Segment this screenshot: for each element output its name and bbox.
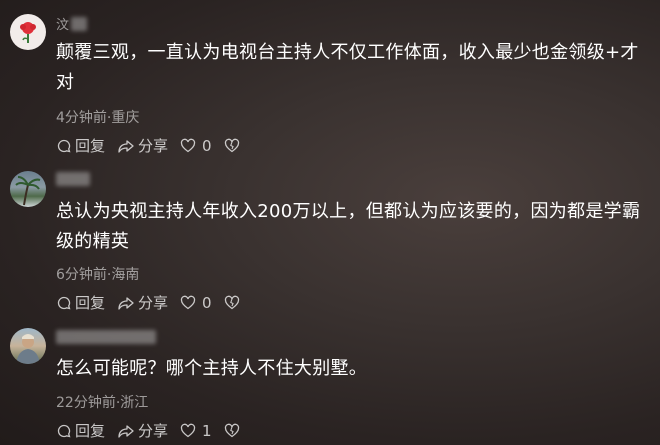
heart-icon <box>180 138 196 152</box>
comment-text: 怎么可能呢？哪个主持人不住大别墅。 <box>56 358 368 379</box>
flower-icon <box>20 22 36 43</box>
like-button[interactable]: 0 <box>180 137 212 155</box>
comment-text: 总认为央视主持人年收入200万以上，但都认为应该要的，因为都是学霸级的精英 <box>56 201 641 252</box>
palm-tree-icon <box>15 176 41 206</box>
avatar[interactable] <box>10 328 46 364</box>
username-blur <box>56 172 90 186</box>
share-button[interactable]: 分享 <box>117 420 168 441</box>
share-button[interactable]: 分享 <box>117 135 168 156</box>
broken-heart-icon <box>224 423 239 437</box>
like-count: 0 <box>202 293 212 312</box>
share-label: 分享 <box>138 137 169 155</box>
share-icon <box>118 139 134 153</box>
share-icon <box>118 296 134 310</box>
comment-actions: 回复 分享 0 <box>56 292 252 313</box>
like-count: 1 <box>202 421 212 440</box>
reply-label: 回复 <box>75 294 106 312</box>
comment-text: 颠覆三观，一直认为电视台主持人不仅工作体面，收入最少也金领级+才对 <box>56 42 639 93</box>
reply-icon <box>57 139 71 152</box>
share-icon <box>118 424 134 438</box>
share-label: 分享 <box>138 294 169 312</box>
comment-meta: 22分钟前·浙江 <box>56 395 149 411</box>
heart-icon <box>180 295 196 309</box>
comment-actions: 回复 分享 1 <box>56 420 252 441</box>
reply-label: 回复 <box>75 137 106 155</box>
username-blur <box>56 330 156 344</box>
like-button[interactable]: 1 <box>180 422 212 440</box>
broken-heart-icon <box>224 295 239 309</box>
reply-button[interactable]: 回复 <box>56 420 105 441</box>
dislike-button[interactable] <box>224 138 240 154</box>
reply-label: 回复 <box>75 422 106 440</box>
username[interactable] <box>56 172 90 186</box>
like-button[interactable]: 0 <box>180 294 212 312</box>
avatar[interactable] <box>10 171 46 207</box>
broken-heart-icon <box>224 138 239 152</box>
share-label: 分享 <box>138 422 169 440</box>
comment-actions: 回复 分享 0 <box>56 135 252 156</box>
reply-icon <box>57 424 71 437</box>
heart-icon <box>180 423 196 437</box>
reply-icon <box>57 296 71 309</box>
share-button[interactable]: 分享 <box>117 292 168 313</box>
reply-button[interactable]: 回复 <box>56 135 105 156</box>
username-text: 汶 <box>56 18 70 33</box>
dislike-button[interactable] <box>224 423 240 439</box>
like-count: 0 <box>202 136 212 155</box>
username-blur <box>71 16 88 31</box>
username[interactable]: 汶 <box>56 14 88 33</box>
dislike-button[interactable] <box>224 295 240 311</box>
avatar[interactable] <box>10 14 46 50</box>
comment-meta: 4分钟前·重庆 <box>56 110 140 126</box>
comment-meta: 6分钟前·海南 <box>56 267 140 283</box>
username[interactable] <box>56 330 156 344</box>
person-photo-icon <box>16 334 40 364</box>
reply-button[interactable]: 回复 <box>56 292 105 313</box>
